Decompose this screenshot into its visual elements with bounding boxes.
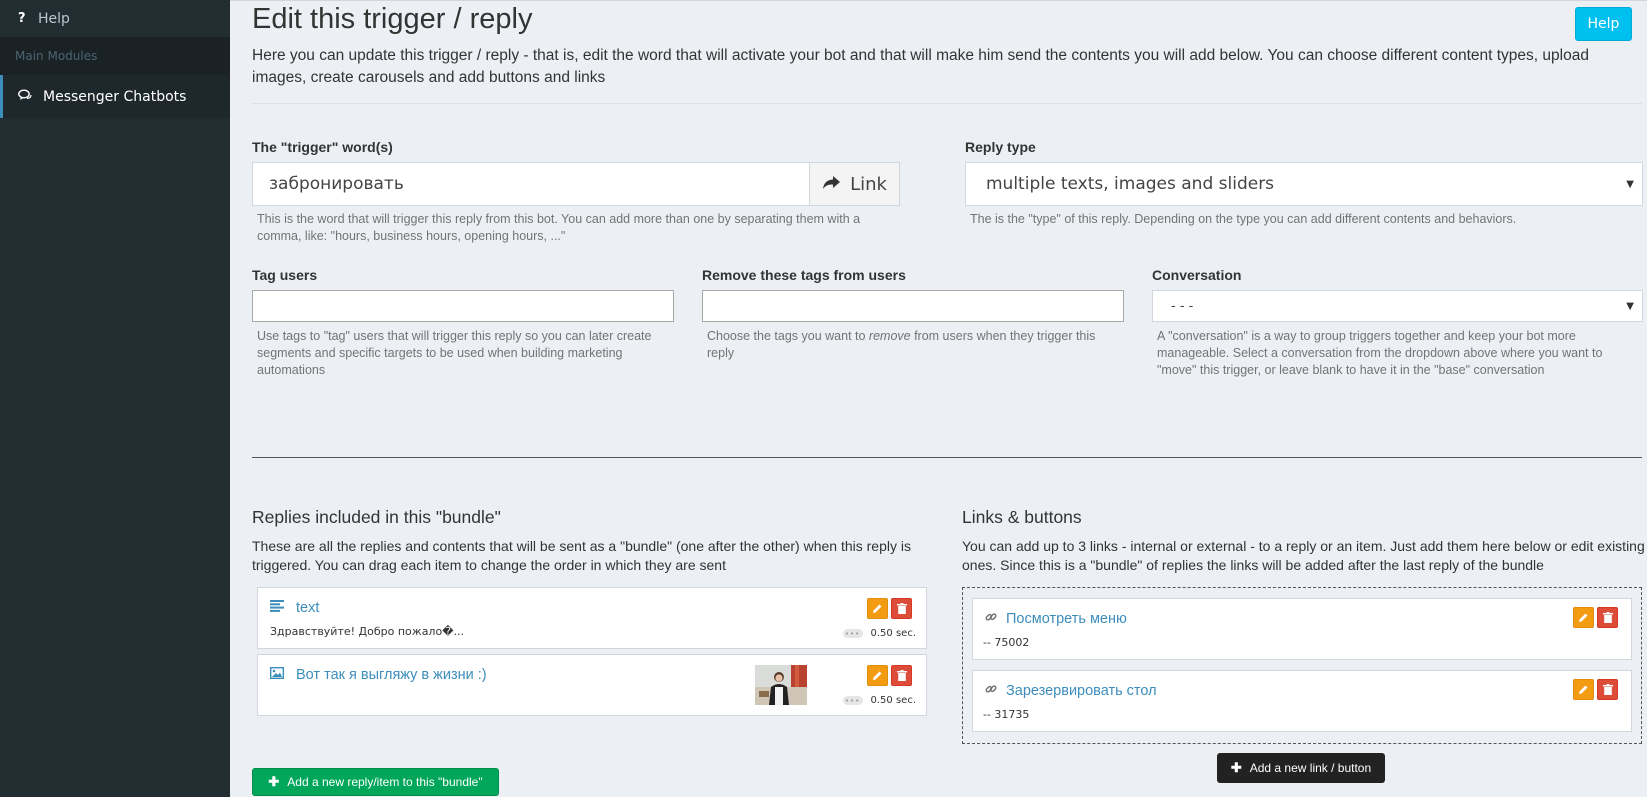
links-title: Links & buttons xyxy=(962,507,1082,527)
conversation-label: Conversation xyxy=(1152,267,1242,283)
delay-indicator: ••• 0.50 sec. xyxy=(842,695,916,706)
link-item[interactable]: Зарезервировать стол -- 31735 xyxy=(972,670,1632,732)
section-divider xyxy=(252,457,1642,458)
link-addon-button[interactable]: Link xyxy=(809,162,900,206)
remove-tags-input[interactable] xyxy=(702,290,1124,322)
delete-button[interactable] xyxy=(891,598,912,619)
sidebar-item-label: Help xyxy=(38,10,70,27)
delay-indicator: ••• 0.50 sec. xyxy=(842,628,916,639)
delete-button[interactable] xyxy=(1597,607,1618,628)
link-item-title: Посмотреть меню xyxy=(985,611,1127,627)
image-thumbnail xyxy=(755,665,807,705)
sidebar-section-header: Main Modules xyxy=(0,37,230,75)
link-item-title: Зарезервировать стол xyxy=(985,683,1157,699)
trigger-input[interactable]: забронировать xyxy=(252,162,810,206)
sidebar-item-help[interactable]: ? Help xyxy=(0,0,230,37)
tag-users-label: Tag users xyxy=(252,267,318,283)
link-icon xyxy=(985,611,997,627)
plus-icon: ✚ xyxy=(268,774,280,789)
link-item[interactable]: Посмотреть меню -- 75002 xyxy=(972,598,1632,660)
sidebar-item-label: Messenger Chatbots xyxy=(43,88,187,105)
reply-type-label: Reply type xyxy=(965,139,1036,155)
link-icon xyxy=(985,683,997,699)
help-button[interactable]: Help xyxy=(1575,7,1632,41)
delete-button[interactable] xyxy=(1597,679,1618,700)
tag-users-input[interactable] xyxy=(252,290,674,322)
caret-down-icon: ▼ xyxy=(1626,300,1634,312)
tag-users-hint: Use tags to "tag" users that will trigge… xyxy=(257,329,652,377)
pencil-icon xyxy=(1578,680,1589,699)
link-addon-label: Link xyxy=(850,173,887,195)
sidebar-item-messenger-chatbots[interactable]: Messenger Chatbots xyxy=(0,75,230,118)
bundle-item-image[interactable]: Вот так я выгляжу в жизни :) ••• 0.50 se… xyxy=(257,654,927,716)
sidebar: ? Help Main Modules Messenger Chatbots xyxy=(0,0,230,797)
link-item-target: -- 75002 xyxy=(983,636,1030,649)
bundle-item-preview: Здравствуйте! Добро пожало�... xyxy=(270,625,464,638)
pencil-icon xyxy=(872,599,883,618)
reply-type-hint: The is the "type" of this reply. Dependi… xyxy=(970,212,1517,226)
trash-icon xyxy=(1602,680,1613,699)
bundle-title: Replies included in this "bundle" xyxy=(252,507,501,527)
conversation-select[interactable]: - - - ▼ xyxy=(1152,290,1643,322)
conversation-value: - - - xyxy=(1171,298,1194,314)
question-icon: ? xyxy=(18,11,26,26)
trigger-label: The "trigger" word(s) xyxy=(252,139,393,155)
drag-handle-icon[interactable]: ••• xyxy=(842,696,863,705)
reply-type-select[interactable]: multiple texts, images and sliders ▼ xyxy=(965,162,1643,206)
reply-type-value: multiple texts, images and sliders xyxy=(986,174,1275,194)
add-link-button[interactable]: ✚ Add a new link / button xyxy=(1217,753,1385,783)
divider xyxy=(252,103,1642,104)
edit-button[interactable] xyxy=(867,665,888,686)
drag-handle-icon[interactable]: ••• xyxy=(842,629,863,638)
trash-icon xyxy=(1602,608,1613,627)
edit-button[interactable] xyxy=(867,598,888,619)
link-item-target: -- 31735 xyxy=(983,708,1030,721)
delete-button[interactable] xyxy=(891,665,912,686)
image-icon xyxy=(269,666,285,683)
comments-icon xyxy=(18,89,43,105)
align-left-icon xyxy=(270,600,284,616)
page-intro: Here you can update this trigger / reply… xyxy=(252,47,1589,86)
links-description: You can add up to 3 links - internal or … xyxy=(962,538,1645,573)
trash-icon xyxy=(896,599,907,618)
add-reply-button[interactable]: ✚ Add a new reply/item to this "bundle" xyxy=(252,768,499,796)
conversation-hint: A "conversation" is a way to group trigg… xyxy=(1157,329,1603,377)
edit-button[interactable] xyxy=(1573,607,1594,628)
trigger-hint: This is the word that will trigger this … xyxy=(257,212,861,243)
edit-button[interactable] xyxy=(1573,679,1594,700)
page-title: Edit this trigger / reply xyxy=(252,3,533,35)
bundle-item-title: Вот так я выгляжу в жизни :) xyxy=(269,666,487,683)
remove-tags-hint: Choose the tags you want to remove from … xyxy=(707,329,1096,360)
share-icon xyxy=(822,174,841,195)
pencil-icon xyxy=(872,666,883,685)
bundle-item-text[interactable]: text Здравствуйте! Добро пожало�... ••• … xyxy=(257,587,927,649)
pencil-icon xyxy=(1578,608,1589,627)
main-content: Edit this trigger / reply Help Here you … xyxy=(230,0,1647,797)
plus-icon: ✚ xyxy=(1230,760,1242,775)
trash-icon xyxy=(896,666,907,685)
remove-tags-label: Remove these tags from users xyxy=(702,267,906,283)
bundle-item-title: text xyxy=(270,600,319,616)
caret-down-icon: ▼ xyxy=(1626,178,1634,190)
bundle-description: These are all the replies and contents t… xyxy=(252,538,911,573)
